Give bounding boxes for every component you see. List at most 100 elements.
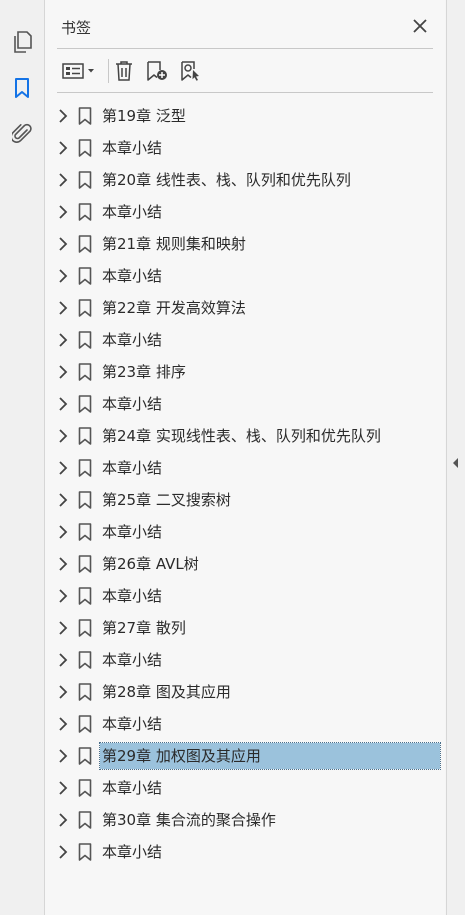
bookmark-label: 本章小结 [102, 651, 163, 669]
bookmark-label: 第26章 AVL树 [102, 555, 199, 573]
close-icon[interactable] [409, 15, 431, 37]
bookmark-label: 本章小结 [102, 395, 163, 413]
bookmark-item[interactable]: 第23章 排序 [45, 356, 445, 388]
chevron-right-icon[interactable] [56, 172, 70, 188]
bookmark-label: 本章小结 [102, 587, 163, 605]
bookmark-label: 本章小结 [102, 523, 163, 541]
panel-splitter[interactable] [446, 0, 465, 915]
chevron-right-icon[interactable] [56, 716, 70, 732]
bookmark-label: 本章小结 [102, 331, 163, 349]
chevron-right-icon[interactable] [56, 364, 70, 380]
bookmark-label: 第27章 散列 [102, 619, 186, 637]
bookmark-item[interactable]: 本章小结 [45, 836, 445, 868]
pages-icon[interactable] [7, 27, 37, 57]
chevron-right-icon[interactable] [56, 396, 70, 412]
bookmark-item[interactable]: 本章小结 [45, 324, 445, 356]
bookmark-item[interactable]: 第21章 规则集和映射 [45, 228, 445, 260]
bookmark-item[interactable]: 第30章 集合流的聚合操作 [45, 804, 445, 836]
bookmark-item[interactable]: 第22章 开发高效算法 [45, 292, 445, 324]
delete-bookmark-button[interactable] [111, 57, 137, 85]
bookmark-search-icon [181, 61, 199, 81]
bookmark-label: 本章小结 [102, 139, 163, 157]
bookmark-item[interactable]: 第29章 加权图及其应用 [45, 740, 445, 772]
bookmark-icon [78, 683, 92, 701]
chevron-right-icon[interactable] [56, 684, 70, 700]
bookmark-label: 第22章 开发高效算法 [102, 299, 246, 317]
bookmark-list: 第19章 泛型 本章小结 第20章 线性表、栈、队列和优先队列 本章小结 第21章 规则… [45, 100, 445, 868]
bookmark-label: 本章小结 [102, 459, 163, 477]
chevron-right-icon[interactable] [56, 556, 70, 572]
chevron-right-icon[interactable] [56, 268, 70, 284]
bookmark-label: 第30章 集合流的聚合操作 [102, 811, 276, 829]
bookmark-icon [78, 107, 92, 125]
bookmark-label: 本章小结 [102, 715, 163, 733]
options-menu-button[interactable] [59, 57, 99, 85]
bookmark-label: 本章小结 [102, 203, 163, 221]
bookmark-item[interactable]: 第26章 AVL树 [45, 548, 445, 580]
bookmark-item[interactable]: 第27章 散列 [45, 612, 445, 644]
bookmark-icon [78, 299, 92, 317]
chevron-right-icon[interactable] [56, 748, 70, 764]
chevron-right-icon[interactable] [56, 588, 70, 604]
options-icon [62, 63, 94, 79]
bookmark-label: 第20章 线性表、栈、队列和优先队列 [102, 171, 351, 189]
chevron-right-icon[interactable] [56, 652, 70, 668]
bookmark-label: 本章小结 [102, 267, 163, 285]
bookmark-icon [78, 363, 92, 381]
chevron-right-icon[interactable] [56, 812, 70, 828]
panel-title: 书签 [61, 19, 92, 37]
bookmark-icon [78, 587, 92, 605]
chevron-right-icon[interactable] [56, 620, 70, 636]
bookmark-item[interactable]: 本章小结 [45, 772, 445, 804]
bookmark-icon [78, 171, 92, 189]
divider [57, 48, 433, 49]
navigation-rail [0, 0, 45, 915]
bookmark-item[interactable]: 第20章 线性表、栈、队列和优先队列 [45, 164, 445, 196]
bookmark-item[interactable]: 本章小结 [45, 196, 445, 228]
bookmark-icon [78, 523, 92, 541]
chevron-right-icon[interactable] [56, 300, 70, 316]
bookmark-item[interactable]: 第19章 泛型 [45, 100, 445, 132]
chevron-right-icon[interactable] [56, 108, 70, 124]
add-bookmark-icon [147, 61, 167, 81]
bookmark-item[interactable]: 第24章 实现线性表、栈、队列和优先队列 [45, 420, 445, 452]
chevron-right-icon[interactable] [56, 524, 70, 540]
bookmark-item[interactable]: 本章小结 [45, 580, 445, 612]
bookmark-item[interactable]: 本章小结 [45, 260, 445, 292]
bookmark-item[interactable]: 本章小结 [45, 452, 445, 484]
bookmark-item[interactable]: 第28章 图及其应用 [45, 676, 445, 708]
bookmark-label: 第21章 规则集和映射 [102, 235, 246, 253]
chevron-right-icon[interactable] [56, 844, 70, 860]
bookmark-icon [78, 459, 92, 477]
bookmark-icon [78, 779, 92, 797]
bookmark-icon [78, 619, 92, 637]
bookmark-item[interactable]: 第25章 二叉搜索树 [45, 484, 445, 516]
bookmark-label: 第24章 实现线性表、栈、队列和优先队列 [102, 427, 381, 445]
chevron-right-icon[interactable] [56, 140, 70, 156]
new-bookmark-button[interactable] [143, 57, 171, 85]
bookmark-icon [78, 651, 92, 669]
bookmark-icon [78, 203, 92, 221]
chevron-right-icon[interactable] [56, 236, 70, 252]
bookmark-icon [78, 811, 92, 829]
bookmark-item[interactable]: 本章小结 [45, 388, 445, 420]
bookmark-item[interactable]: 本章小结 [45, 644, 445, 676]
collapse-arrow-icon[interactable] [451, 457, 461, 469]
chevron-right-icon[interactable] [56, 460, 70, 476]
chevron-right-icon[interactable] [56, 204, 70, 220]
bookmarks-panel: 书签 第19章 泛型 本章小结 第20章 线性表、栈、队列和优先队列 本章小结 … [45, 0, 445, 915]
chevron-right-icon[interactable] [56, 428, 70, 444]
chevron-right-icon[interactable] [56, 780, 70, 796]
bookmark-item[interactable]: 本章小结 [45, 708, 445, 740]
bookmark-label: 本章小结 [102, 779, 163, 797]
bookmark-label: 第29章 加权图及其应用 [99, 742, 441, 770]
toolbar-separator [108, 59, 109, 83]
find-bookmark-button[interactable] [177, 57, 205, 85]
bookmark-icon [78, 235, 92, 253]
bookmark-icon[interactable] [7, 73, 37, 103]
bookmark-item[interactable]: 本章小结 [45, 516, 445, 548]
bookmark-item[interactable]: 本章小结 [45, 132, 445, 164]
chevron-right-icon[interactable] [56, 332, 70, 348]
chevron-right-icon[interactable] [56, 492, 70, 508]
attachment-icon[interactable] [7, 119, 37, 149]
